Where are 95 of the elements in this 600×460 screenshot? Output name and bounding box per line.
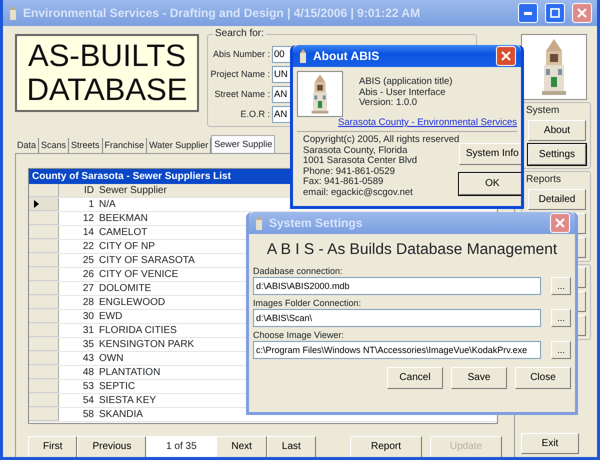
- table-cell-text: N/A: [98, 198, 116, 211]
- table-cell-text: 25: [82, 254, 95, 267]
- dialog-button[interactable]: Cancel: [387, 366, 443, 389]
- app-icon: [8, 6, 18, 20]
- window-title: About ABIS: [313, 48, 380, 64]
- app-icon: [254, 216, 264, 230]
- page-indicator: 1 of 35: [146, 436, 216, 457]
- dialog-heading: A B I S - As Builds Database Management: [266, 241, 558, 260]
- window-title: Environmental Services - Drafting and Design | 4/15/2006 | 9:01:22 AM: [23, 6, 420, 20]
- about-text: email: egackic@scgov.net: [303, 188, 414, 198]
- column-header: ID: [83, 184, 95, 197]
- action-button[interactable]: Report: [350, 436, 422, 457]
- close-button[interactable]: [496, 46, 516, 66]
- field-label: Abis Number :: [212, 48, 270, 60]
- current-row-icon: [34, 200, 39, 208]
- path-field[interactable]: c:\Program Files\Windows NT\Accessories\ImageVue\KodakPrv.exe: [253, 340, 541, 359]
- side-button[interactable]: Settings: [528, 144, 586, 165]
- side-button[interactable]: Detailed: [528, 189, 586, 210]
- logo-text: DATABASE: [26, 73, 188, 107]
- close-icon: [501, 51, 511, 61]
- table-cell-text: SKANDIA: [98, 408, 143, 421]
- close-icon: [555, 218, 565, 228]
- table-cell-text: 54: [82, 394, 95, 407]
- table-cell-text: 12: [82, 212, 95, 225]
- about-text: ABIS (application title): [359, 77, 452, 88]
- nav-button[interactable]: Previous: [77, 436, 146, 457]
- table-cell-text: 22: [82, 240, 95, 253]
- table-cell-text: 58: [82, 408, 95, 421]
- dialog-button[interactable]: System Info: [459, 143, 521, 165]
- group-label: System: [524, 105, 562, 117]
- close-button[interactable]: [572, 3, 592, 23]
- table-cell-text: FLORIDA CITIES: [98, 324, 177, 337]
- path-field[interactable]: d:\ABIS\ABIS2000.mdb: [253, 276, 541, 295]
- tab[interactable]: Sewer Supplie: [211, 135, 276, 153]
- minimize-button[interactable]: [518, 3, 538, 23]
- table-cell-text: 1: [87, 198, 95, 211]
- group-label: Reports: [524, 174, 564, 186]
- browse-button[interactable]: ...: [551, 276, 571, 295]
- close-icon: [577, 8, 587, 18]
- table-cell-text: OWN: [98, 352, 124, 365]
- table-cell-text: SEPTIC: [98, 380, 136, 393]
- table-cell-text: 27: [82, 282, 95, 295]
- field-label: Project Name :: [209, 68, 270, 80]
- table-cell-text: 53: [82, 380, 95, 393]
- table-cell-text: 31: [82, 324, 95, 337]
- nav-button[interactable]: Last: [266, 436, 316, 457]
- table-cell-text: 48: [82, 366, 95, 379]
- table-cell-text: 28: [82, 296, 95, 309]
- maximize-icon: [550, 8, 560, 18]
- window-title: System Settings: [269, 216, 362, 230]
- table-cell-text: CITY OF NP: [98, 240, 155, 253]
- side-button[interactable]: About: [528, 120, 586, 141]
- path-field[interactable]: d:\ABIS\Scan\: [253, 308, 541, 327]
- website-link[interactable]: Sarasota County - Environmental Services: [338, 117, 517, 128]
- table-cell-text: KENSINGTON PARK: [98, 338, 194, 351]
- column-header: Sewer Supplier: [98, 184, 167, 197]
- close-button[interactable]: [550, 213, 570, 233]
- browse-button[interactable]: ...: [551, 308, 571, 327]
- table-cell-text: PLANTATION: [98, 366, 160, 379]
- browse-button[interactable]: ...: [551, 340, 571, 359]
- table-cell-text: 30: [82, 310, 95, 323]
- table-cell-text: ENGLEWOOD: [98, 296, 166, 309]
- app-icon: [298, 49, 308, 63]
- about-text: Sarasota County, Florida: [303, 146, 408, 156]
- maximize-button[interactable]: [545, 3, 565, 23]
- dialog-button[interactable]: Save: [451, 366, 507, 389]
- dialog-button[interactable]: Close: [515, 366, 571, 389]
- field-label: E.O.R :: [239, 108, 270, 120]
- table-cell-text: SIESTA KEY: [98, 394, 156, 407]
- table-cell-text: CITY OF VENICE: [98, 268, 178, 281]
- nav-button[interactable]: First: [28, 436, 78, 457]
- table-cell-text: BEEKMAN: [98, 212, 148, 225]
- table-cell-text: 14: [82, 226, 95, 239]
- exit-button[interactable]: Exit: [521, 433, 579, 454]
- about-text: Version: 1.0.0: [359, 98, 418, 108]
- table-cell-text: EWD: [98, 310, 122, 323]
- about-text: Abis - User Interface: [359, 88, 447, 98]
- about-text: 1001 Sarasota Center Blvd: [303, 156, 418, 166]
- about-text: Phone: 941-861-0529: [303, 166, 396, 177]
- table-cell-text: CITY OF SARASOTA: [98, 254, 195, 267]
- nav-button[interactable]: Next: [216, 436, 267, 457]
- field-label: Choose Image Viewer:: [253, 330, 344, 341]
- table-cell-text: DOLOMITE: [98, 282, 152, 295]
- dialog-button[interactable]: OK: [459, 173, 521, 195]
- table-cell-text: 35: [82, 338, 95, 351]
- field-label: Images Folder Connection:: [253, 298, 362, 309]
- row-header[interactable]: [29, 198, 59, 211]
- table-cell-text: 43: [82, 352, 95, 365]
- logo-text: AS-BUILTS: [27, 39, 187, 73]
- table-cell-text: 26: [82, 268, 95, 281]
- table-cell-text: CAMELOT: [98, 226, 148, 239]
- about-text: Copyright(c) 2005, All rights reserved: [303, 135, 460, 146]
- minimize-icon: [524, 12, 532, 14]
- field-label: Street Name :: [213, 88, 270, 100]
- field-label: Dadabase connection:: [253, 266, 343, 277]
